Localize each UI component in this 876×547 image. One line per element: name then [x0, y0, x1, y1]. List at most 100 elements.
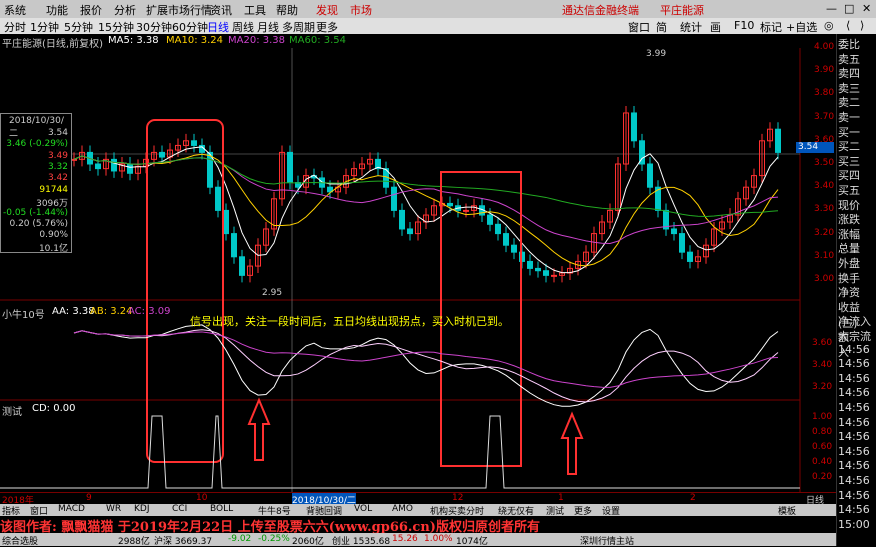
side-panel-item[interactable]: 换手	[838, 270, 860, 286]
side-panel-item[interactable]: 买三	[838, 153, 860, 169]
side-panel-item[interactable]: 14:56	[838, 386, 870, 399]
sub2-title: 测试	[2, 407, 22, 418]
tool-mark[interactable]: 标记	[760, 19, 782, 35]
menu-extended-market[interactable]: 扩展市场行情	[146, 2, 212, 18]
ma10-value: MA10: 3.24	[166, 35, 224, 46]
cursor-info-box: 2018/10/30/二 3.54 3.46 (-0.29%) 3.49 3.3…	[0, 113, 72, 254]
period-1min[interactable]: 1分钟	[30, 19, 59, 35]
candle-body	[447, 202, 453, 207]
indicator-tab[interactable]: KDJ	[134, 504, 150, 514]
side-panel-item[interactable]: 买二	[838, 138, 860, 154]
side-panel-item[interactable]: 14:56	[838, 401, 870, 414]
period-more[interactable]: 更多	[316, 19, 338, 35]
sub1-tick: 3.60	[812, 338, 833, 348]
indicator-tab[interactable]: AMO	[392, 504, 413, 514]
side-panel-item[interactable]: 14:56	[838, 430, 870, 443]
period-multi[interactable]: 多周期	[282, 19, 315, 35]
tool-f10[interactable]: F10	[734, 19, 754, 32]
tab-market[interactable]: 市场	[350, 2, 372, 18]
sub1-ab: AB: 3.24	[90, 306, 133, 317]
side-panel-item[interactable]: 净资	[838, 284, 860, 300]
watermark-text: 该图作者: 飘飘猫猫 于2019年2月22日 上传至股票六六(www.gp66.…	[0, 520, 540, 535]
side-panel-item[interactable]: 14:56	[838, 357, 870, 370]
quote-side-panel: 委比 卖五 卖四 卖三 卖二 卖一 买一 买二 买三 买四 买五 现价 涨跌 涨幅 总量 外盘 换手 净资 收益(三…	[836, 34, 876, 546]
period-30min[interactable]: 30分钟	[136, 19, 172, 35]
price-tick: 4.00	[814, 42, 835, 52]
menu-news[interactable]: 资讯	[210, 2, 232, 18]
side-panel-item[interactable]: 现价	[838, 197, 860, 213]
side-panel-item[interactable]: 14:56	[838, 459, 870, 472]
tool-add-watchlist[interactable]: +自选	[786, 19, 817, 35]
side-panel-item[interactable]: 卖二	[838, 94, 860, 110]
prev-icon[interactable]: ⟨	[846, 19, 850, 32]
side-panel-item[interactable]: 14:56	[838, 343, 870, 356]
period-5min[interactable]: 5分钟	[64, 19, 93, 35]
candle-body	[191, 140, 197, 146]
tool-simple[interactable]: 简	[656, 19, 667, 35]
side-panel-item[interactable]: 买四	[838, 167, 860, 183]
indicator-tab[interactable]: MACD	[58, 504, 85, 514]
cursor-high: 3.49	[47, 151, 68, 161]
signal-pulse-line	[0, 415, 800, 489]
target-icon[interactable]: ◎	[824, 19, 834, 32]
side-panel-item[interactable]: 卖四	[838, 65, 860, 81]
side-panel-item[interactable]: 14:56	[838, 503, 870, 516]
side-panel-item[interactable]: 外盘	[838, 255, 860, 271]
kline-chart[interactable]	[0, 48, 836, 504]
period-bar: 分时 1分钟 5分钟 15分钟 30分钟 60分钟 日线 周线 月线 多周期 更…	[0, 18, 876, 34]
candle-body	[687, 251, 693, 262]
candle-body	[503, 233, 509, 246]
next-icon[interactable]: ⟩	[860, 19, 864, 32]
side-panel-item[interactable]: 14:56	[838, 474, 870, 487]
side-panel-item[interactable]: 涨幅	[838, 226, 860, 242]
sub2-axis: 1.00 0.80 0.60 0.40 0.20	[806, 400, 836, 492]
maximize-icon[interactable]: □	[844, 2, 854, 15]
ma60-line	[73, 155, 779, 217]
period-15min[interactable]: 15分钟	[98, 19, 134, 35]
side-panel-item[interactable]: 委比	[838, 36, 860, 52]
price-tick: 3.70	[814, 111, 835, 122]
side-panel-item[interactable]: 15:00	[838, 518, 870, 531]
indicator-tab[interactable]: WR	[106, 504, 121, 514]
side-panel-item[interactable]: 买五	[838, 182, 860, 198]
side-panel-item[interactable]: 14:56	[838, 445, 870, 458]
sub2-cd: CD: 0.00	[32, 403, 76, 414]
side-panel-item[interactable]: 总量	[838, 240, 860, 256]
side-panel-item[interactable]: 14:56	[838, 372, 870, 385]
status-label[interactable]: 综合选股	[2, 534, 38, 547]
period-monthly[interactable]: 月线	[257, 19, 279, 35]
minimize-icon[interactable]: —	[826, 2, 837, 15]
candle-body	[71, 158, 77, 161]
candle-body	[495, 223, 501, 235]
menu-tools[interactable]: 工具	[244, 2, 266, 18]
tab-discover[interactable]: 发现	[316, 2, 338, 18]
side-panel-item[interactable]: 14:56	[838, 416, 870, 429]
menu-system[interactable]: 系统	[4, 2, 26, 18]
status-index-cy: 创业 1535.68	[332, 537, 391, 547]
side-panel-item[interactable]: 14:56	[838, 489, 870, 502]
candle-body	[543, 270, 549, 276]
side-panel-item[interactable]: 卖五	[838, 51, 860, 67]
sub1-aa: AA: 3.38	[52, 306, 95, 317]
tool-draw[interactable]: 画	[710, 19, 721, 35]
cursor-low: 3.32	[47, 162, 68, 172]
menu-help[interactable]: 帮助	[276, 2, 298, 18]
indicator-tab[interactable]: CCI	[172, 504, 187, 514]
tool-window[interactable]: 窗口	[628, 19, 650, 35]
close-icon[interactable]: ✕	[862, 2, 871, 15]
indicator-tab[interactable]: VOL	[354, 504, 372, 514]
period-daily[interactable]: 日线	[207, 19, 229, 35]
menu-function[interactable]: 功能	[46, 2, 68, 18]
side-panel-item[interactable]: 买一	[838, 124, 860, 140]
period-60min[interactable]: 60分钟	[172, 19, 208, 35]
side-panel-item[interactable]: 卖三	[838, 80, 860, 96]
period-intraday[interactable]: 分时	[4, 19, 26, 35]
indicator-tab[interactable]: BOLL	[210, 504, 233, 514]
tool-stats[interactable]: 统计	[680, 19, 702, 35]
menu-analysis[interactable]: 分析	[114, 2, 136, 18]
sub2-tick: 0.20	[812, 472, 833, 482]
menu-quote[interactable]: 报价	[80, 2, 102, 18]
side-panel-item[interactable]: 涨跌	[838, 211, 860, 227]
period-weekly[interactable]: 周线	[232, 19, 254, 35]
side-panel-item[interactable]: 卖一	[838, 109, 860, 125]
